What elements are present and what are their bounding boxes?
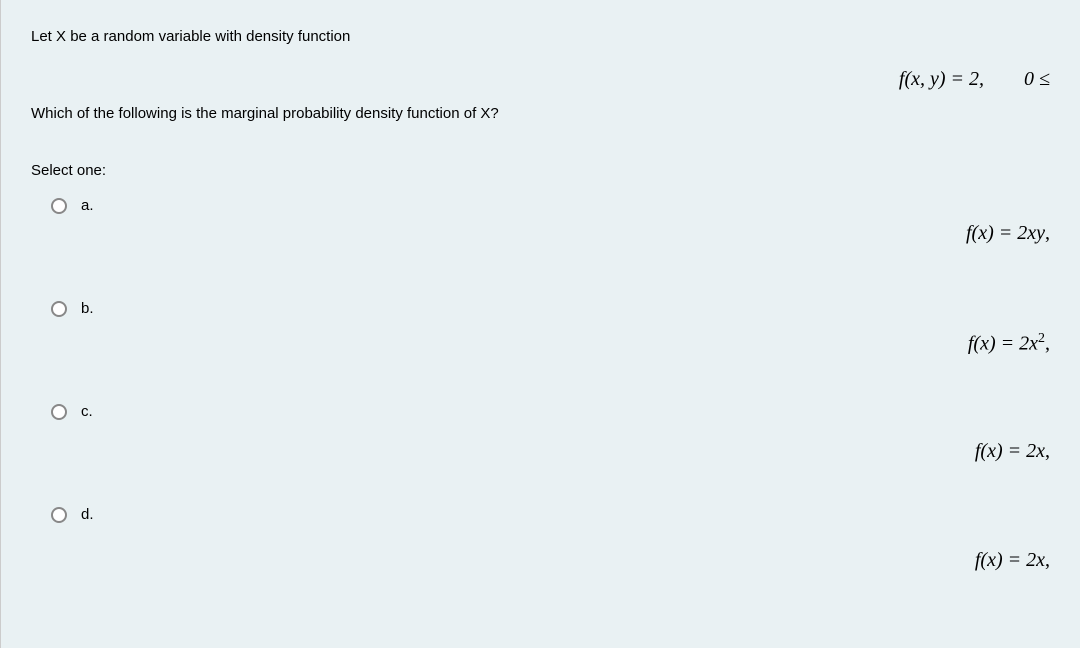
select-one-label: Select one: [31,162,1050,179]
option-c-label: c. [81,403,93,420]
option-c-row: c. [51,403,1050,420]
option-c-formula: f(x) = 2x, [975,440,1050,463]
option-b-formula: f(x) = 2x2, [968,331,1050,356]
option-d-radio[interactable] [51,507,67,523]
question-sub: Which of the following is the marginal p… [31,105,1050,122]
option-d-label: d. [81,506,94,523]
option-b-label: b. [81,300,94,317]
option-b-row: b. [51,300,1050,317]
option-b-radio[interactable] [51,301,67,317]
option-c-radio[interactable] [51,404,67,420]
options-group: a. b. c. d. [51,197,1050,523]
question-container: Let X be a random variable with density … [0,0,1080,648]
option-a-row: a. [51,197,1050,214]
option-d-row: d. [51,506,1050,523]
question-intro: Let X be a random variable with density … [31,28,1050,45]
option-a-radio[interactable] [51,198,67,214]
formula-main: f(x, y) = 2, 0 ≤ [899,68,1050,91]
option-d-formula: f(x) = 2x, [975,549,1050,572]
option-a-label: a. [81,197,94,214]
option-a-formula: f(x) = 2xy, [966,222,1050,245]
